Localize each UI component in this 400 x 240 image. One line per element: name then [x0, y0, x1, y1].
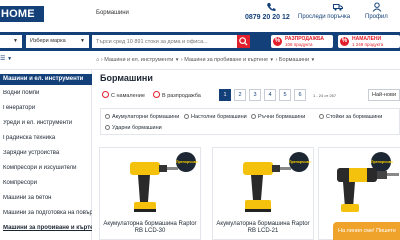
page-title: Бормашини: [100, 73, 153, 83]
live-chat-button[interactable]: На линия сме! Пишете: [333, 222, 400, 240]
sidebar-item[interactable]: Компресори и изсушители: [0, 165, 92, 171]
profile-link[interactable]: Профил: [365, 14, 388, 20]
chevron-down-icon: ▼: [13, 38, 18, 44]
hamburger-icon: ☰: [0, 56, 6, 62]
filter-radio[interactable]: Настолни бормашини: [184, 114, 247, 120]
chip-label: В разпродажба: [162, 93, 201, 99]
brand-select-value: Избери марка: [30, 38, 66, 44]
filter-label: Настолни бормашини: [191, 114, 247, 120]
radio-circle: [319, 114, 324, 119]
search-bar: ▼ Избери марка ▼ % РАЗПРОДАЖБА 106 проду…: [0, 32, 400, 51]
percent-icon: [102, 91, 109, 98]
product-card[interactable]: Препоръчан Акумулаторна бормашина Raptor…: [99, 147, 201, 240]
breadcrumb-item[interactable]: Бормашини: [279, 57, 309, 63]
filter-radio[interactable]: Ударни бормашини: [105, 125, 162, 131]
sidebar-item[interactable]: Генератори: [0, 105, 92, 111]
sale-promo-button[interactable]: % РАЗПРОДАЖБА 106 продукта: [271, 35, 333, 48]
category-sidebar: Машини и ел. инструменти Водни помпи Ген…: [0, 70, 92, 240]
page-button[interactable]: 4: [264, 89, 276, 101]
chevron-down-icon: ▼: [80, 38, 85, 44]
brand-select[interactable]: Избери марка ▼: [26, 35, 89, 48]
user-icon: [372, 2, 382, 12]
filter-radio[interactable]: Стойки за бормашини: [319, 114, 382, 120]
sidebar-item-active[interactable]: Машини за пробиване и къртене: [0, 225, 92, 231]
radio-circle: [184, 114, 189, 119]
search-button[interactable]: [237, 35, 250, 48]
breadcrumb-item[interactable]: Машини и ел. инструменти: [104, 57, 173, 63]
search-icon: [239, 37, 248, 46]
sidebar-item[interactable]: Зарядни устройства: [0, 150, 92, 156]
page-button[interactable]: 2: [234, 89, 246, 101]
product-name[interactable]: Акумулаторна бормашина Raptor RB LCD-21: [213, 221, 313, 235]
sidebar-item[interactable]: Уреди и ел. инструменти: [0, 120, 92, 126]
sidebar-heading[interactable]: Машини и ел. инструменти: [0, 74, 92, 85]
top-header: HOME Бормашини 0879 20 20 12 Проследи по…: [0, 0, 400, 32]
sidebar-item[interactable]: Машини за подготовка на повърхности: [0, 210, 92, 216]
sidebar-item[interactable]: Компресори: [0, 180, 92, 186]
tag-icon: [153, 91, 160, 98]
breadcrumb-item[interactable]: Машини за пробиване и къртене: [184, 57, 268, 63]
sale-promo-count: 106 продукта: [285, 42, 313, 47]
subcategory-filters: Акумулаторни бормашини Настолни бормашин…: [100, 108, 400, 135]
truck-icon: [333, 4, 343, 11]
phone-number[interactable]: 0879 20 20 12: [245, 14, 290, 21]
filter-radio[interactable]: Акумулаторни бормашини: [105, 114, 179, 120]
filter-label: Акумулаторни бормашини: [112, 114, 180, 120]
logo-text: HOME: [1, 8, 35, 20]
search-input[interactable]: [92, 35, 237, 48]
sidebar-item[interactable]: Водни помпи: [0, 90, 92, 96]
sidebar-item[interactable]: Градинска техника: [0, 135, 92, 141]
phone-icon: [267, 3, 276, 12]
filter-label: Ударни бормашини: [112, 125, 162, 131]
percent-icon: %: [273, 37, 282, 46]
sidebar-item[interactable]: Машини за бетон: [0, 195, 92, 201]
page-button[interactable]: 1: [219, 89, 231, 101]
chip-label: С намаление: [111, 93, 145, 99]
breadcrumb: ⌂ › Машини и ел. инструменти ▼ › Машини …: [96, 57, 316, 63]
page-button[interactable]: 6: [294, 89, 306, 101]
product-name[interactable]: Акумулаторна бормашина Raptor RB LCD-30: [100, 221, 200, 235]
discount-filter-chip[interactable]: С намаление: [102, 90, 145, 102]
nav-row: ☰ ▼ ⌂ › Машини и ел. инструменти ▼ › Маш…: [0, 51, 400, 70]
filter-label: Стойки за бормашини: [326, 114, 383, 120]
filter-radio[interactable]: Ръчни бормашини: [251, 114, 305, 120]
chevron-down-icon: ▼: [7, 56, 13, 62]
percent-icon: %: [340, 37, 349, 46]
sort-select-value: Най-нови: [372, 92, 397, 98]
sort-select[interactable]: Най-нови: [368, 89, 400, 101]
live-chat-label: На линия сме! Пишете: [338, 228, 396, 234]
drill-image: [337, 168, 399, 212]
radio-circle: [105, 125, 110, 130]
category-select[interactable]: ▼: [0, 35, 22, 48]
home-icon[interactable]: ⌂: [96, 57, 99, 63]
site-logo[interactable]: HOME: [0, 6, 44, 22]
page-button[interactable]: 3: [249, 89, 261, 101]
radio-circle: [105, 114, 110, 119]
sale-filter-chip[interactable]: В разпродажба: [153, 90, 201, 102]
pagination-info: 1 - 24 от 267: [313, 93, 337, 98]
radio-circle: [251, 114, 256, 119]
discount-promo-button[interactable]: % НАМАЛЕНИ 1 249 продукта: [338, 35, 400, 48]
drill-image: [130, 162, 178, 212]
categories-menu-button[interactable]: ☰ ▼: [0, 55, 12, 62]
filter-label: Ръчни бормашини: [258, 114, 306, 120]
track-order-link[interactable]: Проследи поръчка: [298, 14, 350, 20]
page-button[interactable]: 5: [279, 89, 291, 101]
discount-promo-count: 1 249 продукта: [352, 42, 384, 47]
product-card[interactable]: Препоръчан Акумулаторна бормашина Raptor…: [212, 147, 314, 240]
drill-image: [243, 162, 291, 212]
top-category-link[interactable]: Бормашини: [96, 10, 129, 16]
